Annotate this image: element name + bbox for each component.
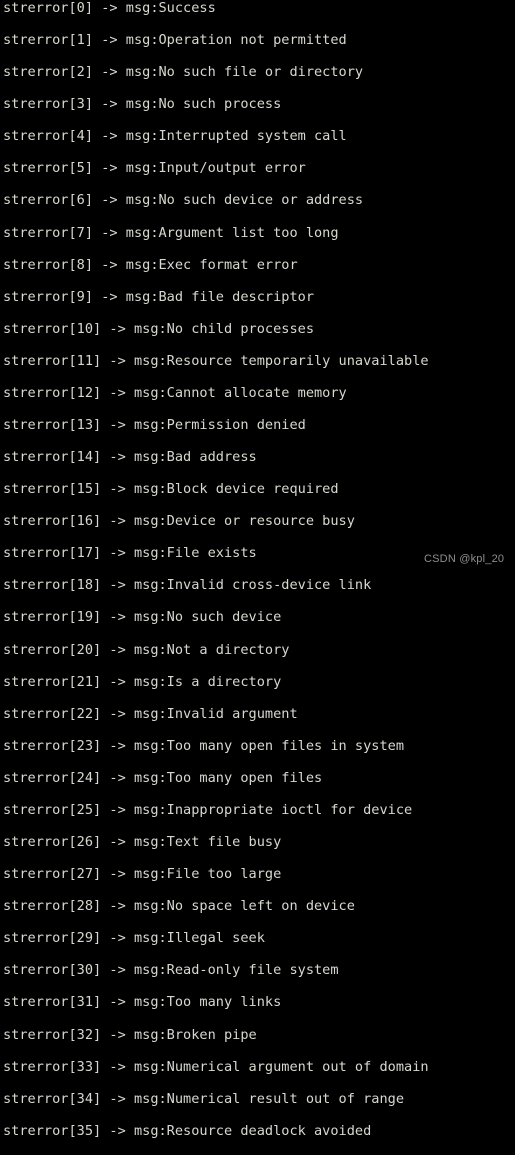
- terminal-window[interactable]: strerror[0] -> msg:Success strerror[1] -…: [0, 0, 515, 1139]
- console-line: strerror[13] -> msg:Permission denied: [3, 417, 306, 434]
- console-line: strerror[35] -> msg:Resource deadlock av…: [3, 1122, 372, 1139]
- console-line: strerror[1] -> msg:Operation not permitt…: [3, 32, 347, 49]
- console-line: strerror[33] -> msg:Numerical argument o…: [3, 1058, 429, 1075]
- console-line: strerror[0] -> msg:Success: [3, 0, 216, 16]
- console-line: strerror[31] -> msg:Too many links: [3, 994, 282, 1011]
- console-line: strerror[24] -> msg:Too many open files: [3, 769, 323, 786]
- console-line: strerror[26] -> msg:Text file busy: [3, 834, 282, 851]
- console-line: strerror[30] -> msg:Read-only file syste…: [3, 962, 339, 979]
- console-line: strerror[3] -> msg:No such process: [3, 96, 282, 113]
- console-line: strerror[28] -> msg:No space left on dev…: [3, 898, 355, 915]
- console-line: strerror[10] -> msg:No child processes: [3, 320, 314, 337]
- watermark-label: CSDN @kpl_20: [424, 553, 505, 565]
- console-line: strerror[19] -> msg:No such device: [3, 609, 282, 626]
- console-line: strerror[15] -> msg:Block device require…: [3, 481, 339, 498]
- console-line: strerror[23] -> msg:Too many open files …: [3, 737, 405, 754]
- console-line: strerror[9] -> msg:Bad file descriptor: [3, 288, 314, 305]
- console-line: strerror[5] -> msg:Input/output error: [3, 160, 306, 177]
- console-line: strerror[29] -> msg:Illegal seek: [3, 930, 265, 947]
- console-line: strerror[20] -> msg:Not a directory: [3, 641, 290, 658]
- console-line: strerror[11] -> msg:Resource temporarily…: [3, 352, 429, 369]
- console-line: strerror[22] -> msg:Invalid argument: [3, 705, 298, 722]
- console-output: strerror[0] -> msg:Success strerror[1] -…: [0, 0, 515, 1155]
- console-line: strerror[18] -> msg:Invalid cross-device…: [3, 577, 372, 594]
- console-line: strerror[27] -> msg:File too large: [3, 866, 282, 883]
- console-line: strerror[25] -> msg:Inappropriate ioctl …: [3, 801, 413, 818]
- console-line: strerror[4] -> msg:Interrupted system ca…: [3, 128, 347, 145]
- console-line: strerror[14] -> msg:Bad address: [3, 449, 257, 466]
- console-line: strerror[7] -> msg:Argument list too lon…: [3, 224, 339, 241]
- console-line: strerror[21] -> msg:Is a directory: [3, 673, 282, 690]
- console-line: strerror[32] -> msg:Broken pipe: [3, 1026, 257, 1043]
- console-line: strerror[34] -> msg:Numerical result out…: [3, 1090, 405, 1107]
- console-line: strerror[16] -> msg:Device or resource b…: [3, 513, 355, 530]
- console-line: strerror[8] -> msg:Exec format error: [3, 256, 298, 273]
- console-line: strerror[6] -> msg:No such device or add…: [3, 192, 364, 209]
- console-line: strerror[2] -> msg:No such file or direc…: [3, 64, 364, 81]
- console-line: strerror[12] -> msg:Cannot allocate memo…: [3, 384, 347, 401]
